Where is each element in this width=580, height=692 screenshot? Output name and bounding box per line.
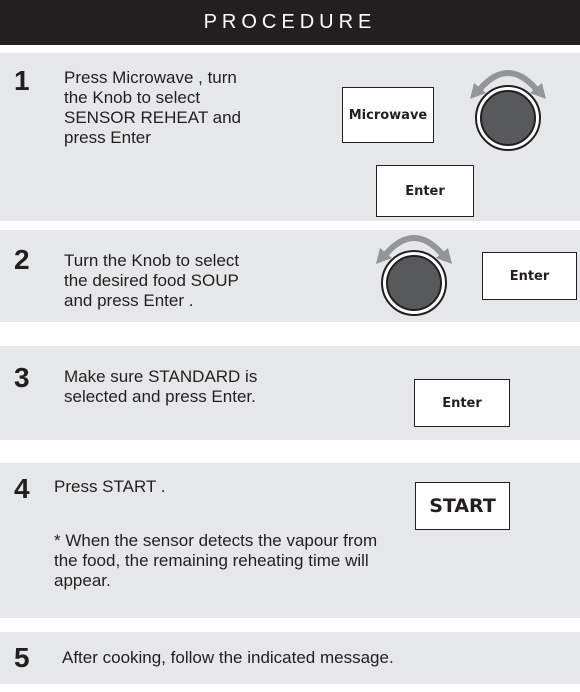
step-text-line: the Knob to select: [64, 88, 201, 107]
enter-button[interactable]: Enter: [482, 252, 577, 300]
start-button[interactable]: START: [415, 482, 510, 530]
step-5: 5 After cooking, follow the indicated me…: [0, 632, 580, 684]
step-text-line: selected and press Enter.: [64, 387, 256, 406]
step-note-line: appear.: [54, 571, 111, 590]
step-text-line: SENSOR REHEAT and: [64, 108, 241, 127]
step-text-line: Make sure STANDARD is: [64, 367, 258, 386]
step-number: 1: [14, 65, 30, 96]
step-number: 3: [14, 362, 30, 393]
step-4: 4 Press START . START * When the sensor …: [0, 463, 580, 618]
step-note-line: the food, the remaining reheating time w…: [54, 551, 369, 570]
step-text: After cooking, follow the indicated mess…: [62, 648, 394, 668]
enter-button[interactable]: Enter: [376, 165, 474, 217]
step-number: 5: [14, 642, 30, 673]
knob-icon[interactable]: [444, 69, 572, 151]
step-text: Turn the Knob to select the desired food…: [64, 251, 239, 311]
page-title: PROCEDURE: [203, 11, 377, 33]
step-note: * When the sensor detects the vapour fro…: [54, 531, 377, 591]
step-1: 1 Press Microwave , turn the Knob to sel…: [0, 53, 580, 221]
step-note-line: * When the sensor detects the vapour fro…: [54, 531, 378, 550]
step-text-line: the desired food SOUP: [64, 271, 239, 290]
step-text-line: Press START .: [54, 477, 166, 496]
step-3: 3 Make sure STANDARD is selected and pre…: [0, 346, 580, 440]
step-2: 2 Turn the Knob to select the desired fo…: [0, 230, 580, 322]
microwave-button[interactable]: Microwave: [342, 87, 434, 143]
step-text-line: Press Microwave , turn: [64, 68, 237, 87]
step-number: 2: [14, 244, 30, 275]
enter-button[interactable]: Enter: [414, 379, 510, 427]
step-text-line: After cooking, follow the indicated mess…: [62, 648, 394, 667]
step-text-line: Turn the Knob to select: [64, 251, 240, 270]
procedure-header: PROCEDURE: [0, 0, 580, 45]
step-text: Press START .: [54, 477, 165, 497]
step-number: 4: [14, 473, 30, 504]
step-text: Press Microwave , turn the Knob to selec…: [64, 68, 241, 148]
step-text-line: and press Enter .: [64, 291, 194, 310]
step-text-line: press Enter: [64, 128, 151, 147]
knob-icon[interactable]: [350, 234, 478, 316]
step-text: Make sure STANDARD is selected and press…: [64, 367, 257, 407]
